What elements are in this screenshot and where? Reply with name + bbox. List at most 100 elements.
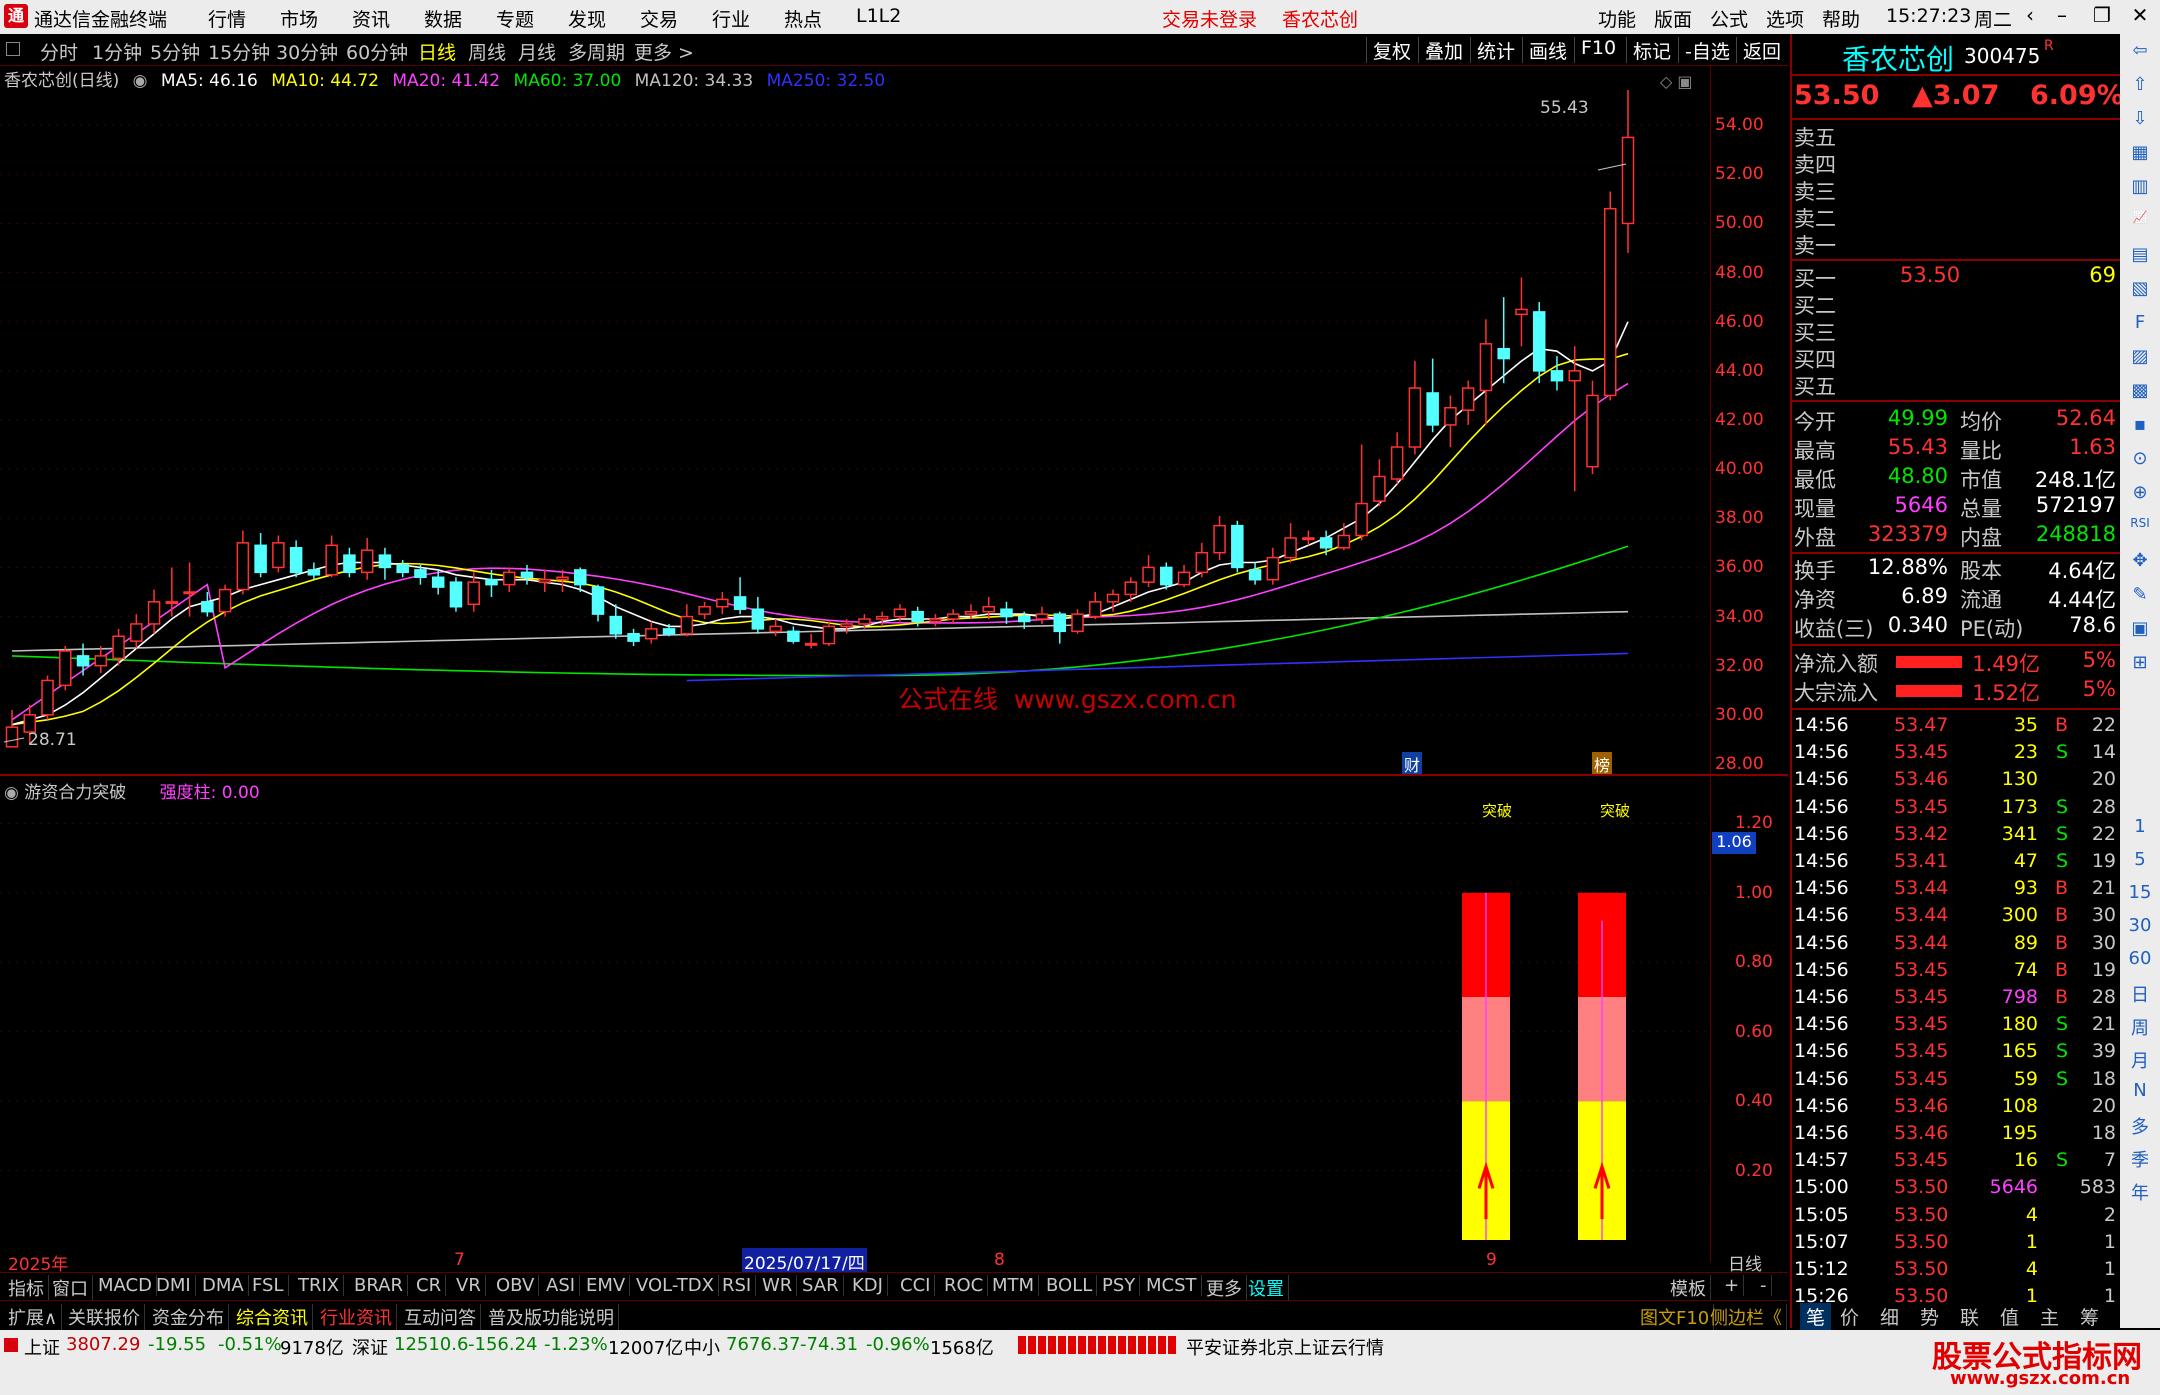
side-tool-icon[interactable]: RSI [2126,516,2154,530]
candle-body[interactable] [946,613,960,620]
side-period-6[interactable]: 周 [2126,1014,2154,1040]
ind-tab-6[interactable]: TRIX [294,1275,345,1296]
ind-tab-2[interactable]: MACD [94,1275,157,1296]
ind-tab-24[interactable]: 更多 [1202,1275,1247,1301]
ind-tab-14[interactable]: RSI [718,1275,757,1296]
period-30min[interactable]: 30分钟 [276,38,338,65]
panel-tab-4[interactable]: 细 [1880,1303,1899,1330]
candle-body[interactable] [840,623,853,628]
tool-diejia[interactable]: 叠加 [1418,37,1469,63]
candle-body[interactable] [325,544,338,576]
candle-body[interactable] [538,578,552,583]
panel-tab-2[interactable]: 笔 [1800,1303,1832,1330]
broker-name[interactable]: 平安证券北京上证云行情 [1186,1334,1384,1360]
candle-body[interactable] [360,549,374,574]
ind-tab-20[interactable]: MTM [988,1275,1040,1296]
ind-tab-18[interactable]: CCI [896,1275,936,1296]
side-period-5[interactable]: 日 [2126,981,2154,1007]
candle-body[interactable] [804,642,818,646]
candle-body[interactable] [112,635,125,660]
period-1min[interactable]: 1分钟 [92,38,142,65]
ind-tab-3[interactable]: DMI [152,1275,196,1296]
candle-body[interactable] [272,542,285,569]
candle-body[interactable] [1426,392,1439,426]
sh-name[interactable]: 上证 [24,1334,60,1360]
candle-body[interactable] [627,633,640,642]
candle-body[interactable] [1017,615,1031,623]
bottom-tab-6[interactable]: 普及版功能说明 [484,1304,619,1330]
ind-tab-21[interactable]: BOLL [1042,1275,1098,1296]
candle-body[interactable] [1586,394,1599,468]
side-tool-icon[interactable]: 📈 [2126,210,2154,224]
candle-body[interactable] [875,615,889,620]
ind-tab-8[interactable]: CR [412,1275,447,1296]
toggle-box-icon[interactable] [6,42,20,56]
side-tool-icon[interactable]: ⇩ [2126,108,2154,129]
period-more[interactable]: 更多 > [634,38,694,65]
candle-body[interactable] [751,608,765,630]
candle-body[interactable] [467,581,480,606]
bottom-tab-2[interactable]: 资金分布 [148,1304,229,1330]
minimize-icon[interactable]: – [2046,3,2078,31]
ind-tab-23[interactable]: MCST [1142,1275,1202,1296]
candle-body[interactable] [449,581,463,608]
candle-body[interactable] [929,618,942,623]
indicator-chart[interactable] [0,776,1710,1248]
side-tool-icon[interactable]: ▪ [2126,414,2154,435]
ind-tab-template[interactable]: 模板 [1666,1275,1711,1301]
trade-login-notice[interactable]: 交易未登录 [1162,5,1257,32]
candle-body[interactable] [769,625,782,633]
side-tool-icon[interactable]: ✎ [2126,584,2154,605]
candle-body[interactable] [1337,534,1351,549]
panel-tab-8[interactable]: 主 [2040,1303,2059,1330]
candle-body[interactable] [254,544,267,574]
candle-body[interactable] [1000,608,1013,618]
tool-fanhui[interactable]: 返回 [1736,37,1787,63]
finance-tag[interactable]: 财 [1402,752,1423,776]
candle-body[interactable] [662,628,676,635]
panel-tab-9[interactable]: 筹 [2080,1303,2099,1330]
candle-body[interactable] [1088,601,1102,618]
candle-body[interactable] [414,569,427,579]
ind-tab-22[interactable]: PSY [1098,1275,1141,1296]
candle-body[interactable] [609,615,623,635]
panel-tab-5[interactable]: 势 [1920,1303,1939,1330]
restore-icon[interactable]: ❐ [2086,3,2118,31]
candle-body[interactable] [1142,566,1155,583]
candle-body[interactable] [1284,537,1297,559]
side-period-7[interactable]: 月 [2126,1047,2154,1073]
side-tool-icon[interactable]: ⊞ [2126,652,2154,673]
candle-body[interactable] [147,601,161,625]
side-tool-icon[interactable]: ▥ [2126,176,2154,197]
candle-body[interactable] [1550,370,1564,382]
menu-faxian[interactable]: 发现 [568,5,606,32]
candle-body[interactable] [201,601,214,613]
menu-hangqing[interactable]: 行情 [208,5,246,32]
side-period-1[interactable]: 5 [2126,849,2154,870]
period-15min[interactable]: 15分钟 [208,38,270,65]
candle-body[interactable] [1213,524,1226,554]
tool-f10[interactable]: F10 [1574,37,1622,63]
candle-body[interactable] [1302,537,1315,541]
ind-tab-13[interactable]: VOL-TDX [632,1275,719,1296]
candle-body[interactable] [431,576,445,588]
bottom-tab-5[interactable]: 互动问答 [400,1304,481,1330]
ind-tab-15[interactable]: WR [758,1275,798,1296]
candle-body[interactable] [556,576,569,581]
sz-name[interactable]: 深证 [352,1334,388,1360]
candle-body[interactable] [1461,387,1475,411]
menu-hangye[interactable]: 行业 [712,5,750,32]
candle-body[interactable] [893,608,907,618]
side-tool-icon[interactable]: ▦ [2126,142,2154,163]
period-5min[interactable]: 5分钟 [150,38,200,65]
ind-tab-25[interactable]: 设置 [1244,1275,1289,1301]
ind-tab-5[interactable]: FSL [248,1275,289,1296]
ind-tab-remove[interactable]: - [1756,1275,1772,1296]
candle-body[interactable] [343,554,356,574]
bottom-tab-f10[interactable]: 图文F10 [1636,1304,1715,1330]
candle-body[interactable] [716,598,729,608]
menu-gongneng[interactable]: 功能 [1598,5,1636,32]
candle-body[interactable] [698,605,711,615]
candle-body[interactable] [982,605,995,613]
candle-body[interactable] [307,569,321,576]
